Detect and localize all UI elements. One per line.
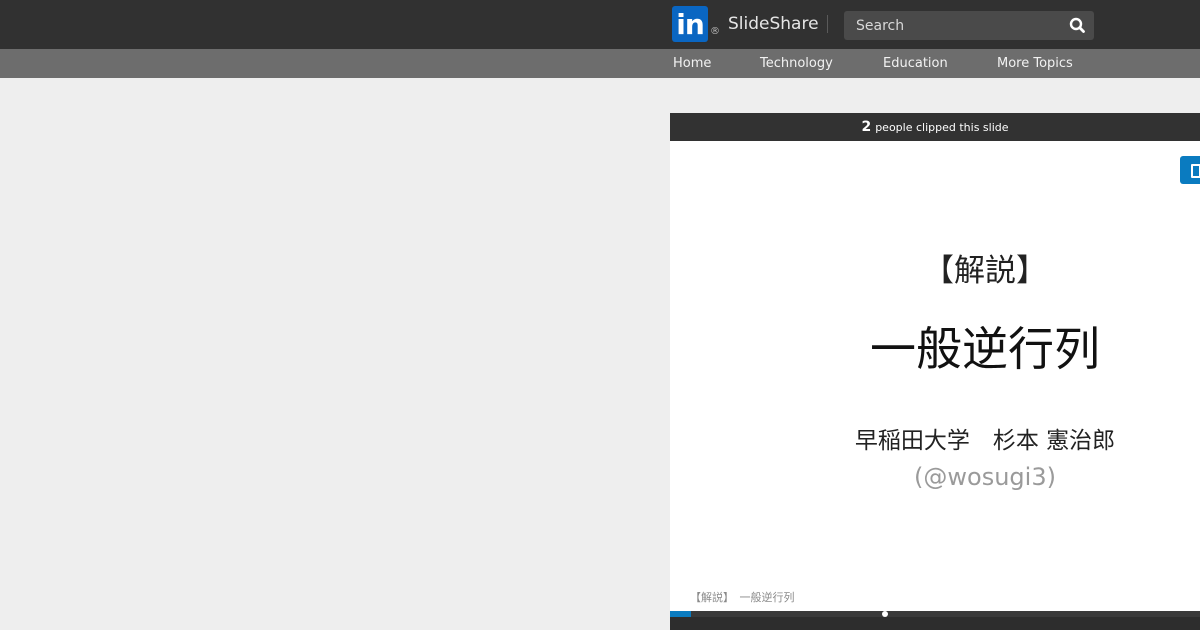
search-input[interactable] (844, 11, 1059, 40)
nav-more-topics[interactable]: More Topics (997, 49, 1073, 78)
slide-title: 一般逆行列 (870, 322, 1100, 376)
slide-player: 2 people clipped this slide 【解説】 一般逆行列 早稲… (670, 113, 1200, 630)
slide-canvas[interactable]: 【解説】 一般逆行列 早稲田大学 杉本 憲治郎 (@wosugi3) 【解説】 … (670, 141, 1200, 611)
clip-count: 2 (861, 119, 872, 135)
topic-nav: Home Technology Education More Topics (0, 49, 1200, 78)
clip-icon (1191, 164, 1200, 178)
nav-education[interactable]: Education (883, 49, 948, 78)
linkedin-logo[interactable]: in (672, 6, 708, 42)
clip-slide-button[interactable] (1180, 156, 1200, 184)
registered-mark: ® (710, 26, 720, 37)
player-controls (670, 617, 1200, 630)
search-box (844, 11, 1094, 40)
nav-home[interactable]: Home (673, 49, 711, 78)
slide-author: 早稲田大学 杉本 憲治郎 (854, 428, 1116, 454)
slide-footer: 【解説】 一般逆行列 (690, 591, 795, 604)
search-icon (1069, 17, 1085, 33)
slide-tag: 【解説】 (923, 253, 1047, 289)
brand-divider (827, 15, 828, 33)
clip-text: people clipped this slide (875, 121, 1009, 134)
clip-info-bar: 2 people clipped this slide (670, 113, 1200, 141)
slide-handle: (@wosugi3) (914, 463, 1056, 491)
top-bar: in ® SlideShare (0, 0, 1200, 49)
brand-name[interactable]: SlideShare (728, 13, 819, 35)
search-button[interactable] (1068, 16, 1088, 36)
nav-technology[interactable]: Technology (760, 49, 833, 78)
